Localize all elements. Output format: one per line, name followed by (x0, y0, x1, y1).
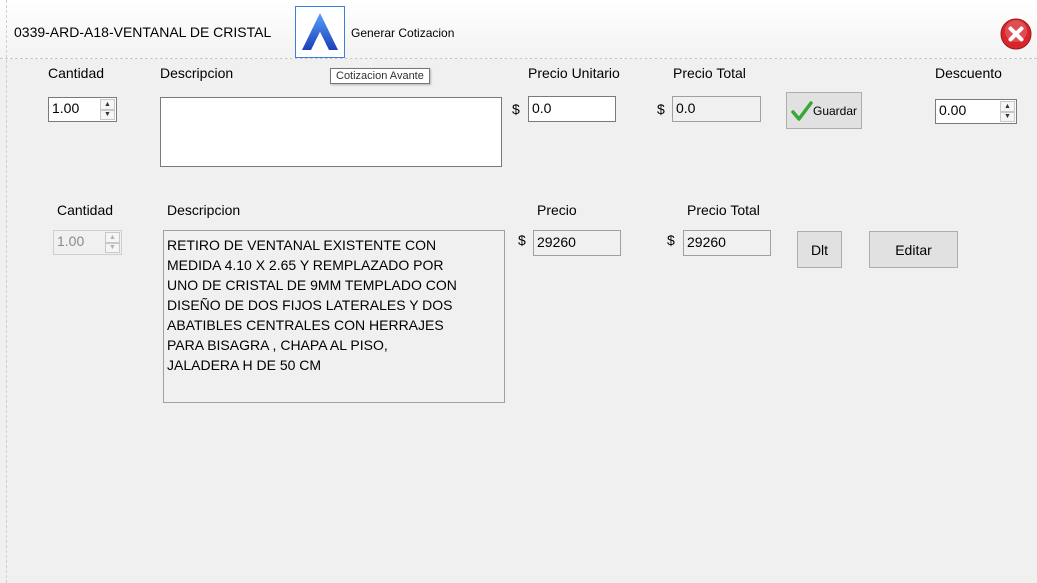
generate-quote-button[interactable] (295, 6, 345, 58)
unit-price-input[interactable]: 0.0 (528, 96, 616, 122)
spin-down-icon: ▼ (105, 242, 120, 253)
avante-logo-icon (302, 13, 338, 50)
item-quantity-value: 1.00 (57, 233, 85, 249)
spin-up-icon[interactable]: ▲ (100, 99, 115, 110)
discount-label: Descuento (935, 65, 1002, 81)
unit-price-label: Precio Unitario (528, 65, 620, 81)
item-quantity-stepper: 1.00 ▲ ▼ (53, 230, 122, 255)
save-button[interactable]: Guardar (786, 92, 862, 129)
item-description-field: RETIRO DE VENTANAL EXISTENTE CON MEDIDA … (163, 230, 505, 403)
discount-stepper[interactable]: 0.00 ▲ ▼ (935, 99, 1017, 124)
description-label: Descripcion (160, 65, 234, 81)
description-input[interactable] (160, 97, 502, 167)
item-description-line: MEDIDA 4.10 X 2.65 Y REMPLAZADO POR (167, 257, 444, 273)
quantity-label: Cantidad (48, 65, 105, 81)
quantity-stepper[interactable]: 1.00 ▲ ▼ (48, 97, 117, 122)
currency-symbol: $ (667, 232, 675, 248)
spin-up-icon[interactable]: ▲ (1000, 101, 1015, 112)
close-button[interactable] (1000, 18, 1032, 50)
quantity-value[interactable]: 1.00 (52, 100, 79, 116)
item-description-line: JALADERA H DE 50 CM (167, 357, 322, 373)
left-border (6, 0, 7, 583)
spin-down-icon[interactable]: ▼ (100, 109, 115, 120)
spin-down-icon[interactable]: ▼ (1000, 111, 1015, 122)
total-price-field: 0.0 (672, 96, 761, 122)
save-button-label: Guardar (812, 103, 858, 118)
items-total-header: Precio Total (687, 202, 760, 218)
items-price-header: Precio (537, 202, 577, 218)
spin-up-icon: ▲ (105, 232, 120, 243)
currency-symbol: $ (518, 232, 526, 248)
total-price-label: Precio Total (673, 65, 746, 81)
item-description-line: UNO DE CRISTAL DE 9MM TEMPLADO CON (167, 277, 457, 293)
item-description-line: DISEÑO DE DOS FIJOS LATERALES Y DOS (167, 297, 453, 313)
close-icon (1000, 18, 1032, 50)
currency-symbol: $ (512, 101, 520, 117)
generate-quote-label[interactable]: Generar Cotizacion (351, 26, 454, 40)
tooltip: Cotizacion Avante (330, 68, 430, 84)
item-total-field: 29260 (683, 230, 771, 256)
item-description-line: RETIRO DE VENTANAL EXISTENTE CON (167, 237, 437, 253)
item-price-field: 29260 (533, 230, 621, 256)
item-description-line: ABATIBLES CENTRALES CON HERRAJES (167, 317, 444, 333)
discount-value[interactable]: 0.00 (939, 102, 966, 118)
edit-item-button[interactable]: Editar (869, 231, 958, 268)
item-description-line: PARA BISAGRA , CHAPA AL PISO, (167, 337, 388, 353)
check-icon (791, 100, 813, 121)
quote-title: 0339-ARD-A18-VENTANAL DE CRISTAL (14, 24, 272, 40)
currency-symbol: $ (657, 101, 665, 117)
items-quantity-header: Cantidad (57, 202, 114, 218)
delete-item-button[interactable]: Dlt (797, 231, 842, 268)
items-description-header: Descripcion (167, 202, 241, 218)
